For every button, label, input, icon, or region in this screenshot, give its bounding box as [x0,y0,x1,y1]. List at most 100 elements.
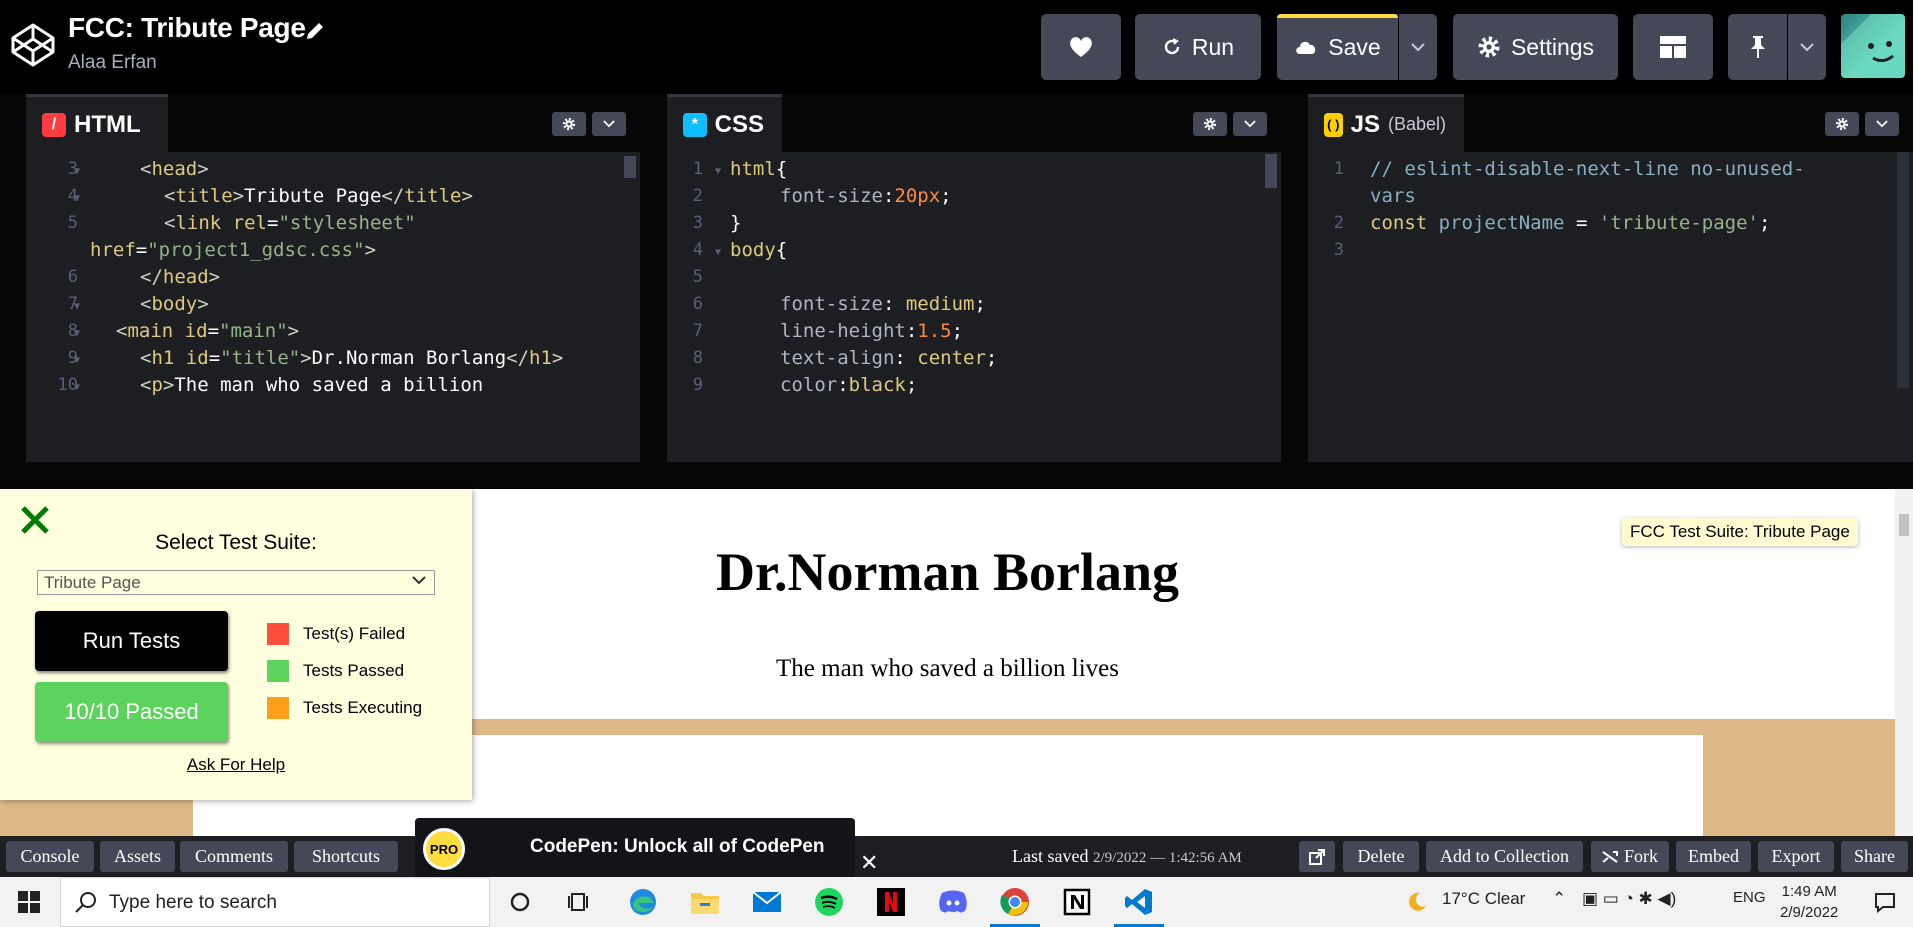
export-button[interactable]: Export [1758,841,1834,872]
pen-title[interactable]: FCC: Tribute Page [68,12,306,44]
fold-arrow-icon[interactable]: ▼ [74,328,80,339]
chrome-icon[interactable] [998,885,1032,919]
fork-icon [1602,850,1618,863]
embed-button[interactable]: Embed [1676,841,1751,872]
css-code[interactable]: 1 ▼ html{ 2 font-size:20px; 3 } 4 ▼ body… [667,152,1281,462]
fold-arrow-icon[interactable]: ▼ [74,355,80,366]
discord-icon[interactable] [936,885,970,919]
windows-start-icon[interactable] [12,885,46,919]
chevron-down-icon [1876,120,1888,128]
spotify-icon[interactable] [812,885,846,919]
code-line: line-height:1.5; [780,320,964,342]
scrollbar-thumb[interactable] [1899,514,1909,536]
share-button[interactable]: Share [1841,841,1908,872]
console-button[interactable]: Console [6,841,94,872]
js-collapse-button[interactable] [1865,112,1899,136]
pin-options-button[interactable] [1788,14,1826,80]
edge-browser-icon[interactable] [626,885,660,919]
pin-button[interactable] [1728,14,1787,80]
css-tab[interactable]: * CSS [667,94,782,152]
notifications-icon[interactable] [1868,885,1902,919]
html-settings-button[interactable] [552,112,586,136]
assets-button[interactable]: Assets [100,841,175,872]
ask-for-help-link[interactable]: Ask For Help [0,755,472,775]
line-number: 4 [692,240,703,260]
user-avatar[interactable] [1841,14,1905,78]
test-suite-select[interactable]: Tribute Page [37,570,435,595]
notion-icon[interactable] [1060,885,1094,919]
code-line: vars [1370,185,1416,207]
unsaved-indicator [1277,14,1398,18]
js-code[interactable]: 1 // eslint-disable-next-line no-unused-… [1308,152,1913,462]
run-button[interactable]: Run [1135,14,1261,80]
layout-button[interactable] [1633,14,1713,80]
css-pane-header: * CSS [667,94,1281,152]
css-tab-label: CSS [714,110,764,138]
test-results-button[interactable]: 10/10 Passed [35,682,228,742]
task-view-icon[interactable] [563,885,597,919]
gear-icon [1478,36,1500,58]
delete-button[interactable]: Delete [1343,841,1419,872]
fork-button[interactable]: Fork [1591,841,1669,872]
search-placeholder: Type here to search [109,892,277,913]
cortana-icon[interactable] [503,885,537,919]
moon-weather-icon[interactable] [1400,885,1434,919]
save-button[interactable]: Save [1277,14,1398,80]
resize-divider[interactable] [0,462,1913,489]
js-settings-button[interactable] [1825,112,1859,136]
fcc-test-suite-badge[interactable]: FCC Test Suite: Tribute Page [1622,518,1858,546]
pro-badge-icon: PRO [423,828,465,870]
fold-arrow-icon[interactable]: ▼ [74,166,80,177]
css-settings-button[interactable] [1193,112,1227,136]
author-name[interactable]: Alaa Erfan [68,52,157,74]
fold-arrow-icon[interactable]: ▼ [715,247,721,258]
js-scrollbar[interactable] [1897,152,1909,388]
edit-pencil-icon[interactable] [304,20,326,42]
vscode-icon[interactable] [1122,885,1156,919]
promo-close-icon[interactable]: ✕ [860,850,878,876]
preview-scrollbar[interactable] [1895,489,1913,836]
add-to-collection-button[interactable]: Add to Collection [1426,841,1583,872]
mail-icon[interactable] [750,885,784,919]
line-number: 1 [692,159,703,179]
save-options-button[interactable] [1399,14,1437,80]
html-scrollbar[interactable] [624,156,636,178]
fold-arrow-icon[interactable]: ▼ [74,301,80,312]
comments-button[interactable]: Comments [180,841,288,872]
failed-swatch [267,623,289,645]
css-collapse-button[interactable] [1233,112,1267,136]
code-line: <title>Tribute Page</title> [164,185,473,207]
codepen-logo-icon[interactable] [10,22,56,68]
js-tab[interactable]: ( ) JS (Babel) [1308,94,1464,152]
code-line: } [730,212,742,234]
fold-arrow-icon[interactable]: ▼ [74,193,80,204]
pro-promo-banner[interactable]: PRO CodePen: Unlock all of CodePen [415,818,855,877]
html-collapse-button[interactable] [592,112,626,136]
settings-button[interactable]: Settings [1453,14,1618,80]
fold-arrow-icon[interactable]: ▼ [74,382,80,393]
tray-icons[interactable]: ▣ ▭ ◔ ✱ ◀) [1582,889,1676,909]
fold-arrow-icon[interactable]: ▼ [715,166,721,177]
heart-icon [1070,37,1092,57]
open-external-button[interactable] [1299,841,1335,872]
line-number: 5 [692,267,703,287]
like-button[interactable] [1041,14,1121,80]
run-label: Run [1191,33,1235,60]
run-tests-button[interactable]: Run Tests [35,611,228,671]
css-scrollbar[interactable] [1265,154,1277,188]
language-indicator[interactable]: ENG [1733,889,1766,906]
html-code[interactable]: 3 ▼ <head> 4 ▼ <title>Tribute Page</titl… [26,152,640,462]
line-number: 5 [67,213,78,233]
html-tab[interactable]: / HTML [26,94,168,152]
promo-text: CodePen: Unlock all of CodePen [530,836,825,857]
weather-text[interactable]: 17°C Clear [1442,889,1525,909]
taskbar-search-box[interactable]: Type here to search [60,877,490,927]
system-clock[interactable]: 1:49 AM 2/9/2022 [1780,881,1838,923]
netflix-icon[interactable] [874,885,908,919]
chevron-up-icon[interactable]: ⌃ [1552,889,1566,909]
file-explorer-icon[interactable] [688,885,722,919]
search-icon [75,892,96,913]
code-line: // eslint-disable-next-line no-unused- [1370,158,1805,180]
shortcuts-button[interactable]: Shortcuts [294,841,398,872]
js-editor-pane: ( ) JS (Babel) 1 // eslint-disable-next-… [1308,94,1913,462]
